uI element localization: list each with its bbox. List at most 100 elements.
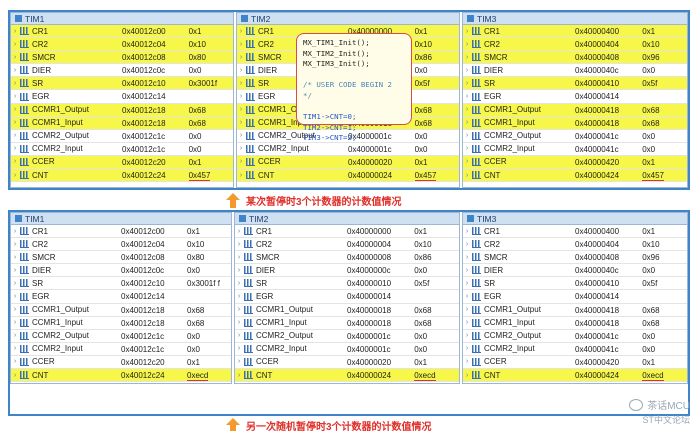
chevron-right-icon[interactable]: › — [11, 330, 19, 342]
register-row[interactable]: › EGR 0x40000014 — [235, 290, 459, 304]
chevron-right-icon[interactable]: › — [463, 143, 471, 155]
panel-title[interactable]: TIM3 — [463, 213, 687, 225]
chevron-right-icon[interactable]: › — [463, 277, 471, 289]
register-row[interactable]: › SR 0x40000410 0x5f — [463, 277, 687, 291]
register-row[interactable]: › CR2 0x40012c04 0x10 — [11, 238, 231, 252]
chevron-right-icon[interactable]: › — [463, 304, 471, 316]
chevron-right-icon[interactable]: › — [463, 51, 471, 63]
register-row[interactable]: › CCER 0x40000420 0x1 — [463, 356, 687, 370]
register-row[interactable]: › CNT 0x40000024 0x457 — [237, 169, 459, 183]
chevron-right-icon[interactable]: › — [463, 264, 471, 276]
chevron-right-icon[interactable]: › — [235, 264, 243, 276]
chevron-right-icon[interactable]: › — [235, 225, 243, 237]
chevron-right-icon[interactable]: › — [235, 290, 243, 302]
chevron-right-icon[interactable]: › — [463, 238, 471, 250]
register-row[interactable]: › CCER 0x40000020 0x1 — [235, 356, 459, 370]
chevron-right-icon[interactable]: › — [463, 117, 471, 129]
chevron-right-icon[interactable]: › — [237, 130, 245, 142]
panel-title[interactable]: TIM3 — [463, 13, 687, 25]
chevron-right-icon[interactable]: › — [235, 356, 243, 368]
panel-title[interactable]: TIM2 — [237, 13, 459, 25]
register-row[interactable]: › CNT 0x40000024 0xecd — [235, 369, 459, 383]
register-row[interactable]: › CCER 0x40012c20 0x1 — [11, 356, 231, 370]
register-row[interactable]: › CR2 0x40000404 0x10 — [463, 38, 687, 52]
chevron-right-icon[interactable]: › — [237, 90, 245, 102]
chevron-right-icon[interactable]: › — [11, 238, 19, 250]
register-row[interactable]: › EGR 0x40012c14 — [11, 90, 233, 104]
register-row[interactable]: › SMCR 0x40012c08 0x80 — [11, 51, 233, 65]
register-row[interactable]: › SR 0x40000410 0x5f — [463, 77, 687, 91]
register-row[interactable]: › CCMR2_Output 0x4000041c 0x0 — [463, 130, 687, 143]
chevron-right-icon[interactable]: › — [237, 156, 245, 168]
chevron-right-icon[interactable]: › — [463, 290, 471, 302]
register-row[interactable]: › CNT 0x40012c24 0x457 — [11, 169, 233, 183]
chevron-right-icon[interactable]: › — [11, 264, 19, 276]
chevron-right-icon[interactable]: › — [463, 38, 471, 50]
register-row[interactable]: › CCER 0x40000020 0x1 — [237, 155, 459, 170]
chevron-right-icon[interactable]: › — [11, 343, 19, 355]
register-row[interactable]: › SMCR 0x40012c08 0x80 — [11, 251, 231, 265]
register-row[interactable]: › EGR 0x40012c14 — [11, 290, 231, 304]
chevron-right-icon[interactable]: › — [11, 156, 19, 168]
register-row[interactable]: › CCMR2_Input 0x4000041c 0x0 — [463, 343, 687, 356]
chevron-right-icon[interactable]: › — [463, 77, 471, 89]
register-row[interactable]: › EGR 0x40000414 — [463, 90, 687, 104]
chevron-right-icon[interactable]: › — [11, 25, 19, 37]
chevron-right-icon[interactable]: › — [11, 356, 19, 368]
chevron-right-icon[interactable]: › — [237, 169, 245, 181]
register-row[interactable]: › CR1 0x40012c00 0x1 — [11, 25, 233, 39]
chevron-right-icon[interactable]: › — [463, 156, 471, 168]
register-row[interactable]: › CR2 0x40000004 0x10 — [235, 238, 459, 252]
chevron-right-icon[interactable]: › — [237, 143, 245, 155]
register-row[interactable]: › CCMR2_Input 0x40012c1c 0x0 — [11, 343, 231, 356]
chevron-right-icon[interactable]: › — [463, 64, 471, 76]
chevron-right-icon[interactable]: › — [237, 25, 245, 37]
register-row[interactable]: › CNT 0x40012c24 0xecd — [11, 369, 231, 383]
register-row[interactable]: › DIER 0x4000040c 0x0 — [463, 64, 687, 78]
register-row[interactable]: › CCMR2_Output 0x4000041c 0x0 — [463, 330, 687, 343]
register-row[interactable]: › CCER 0x40000420 0x1 — [463, 155, 687, 170]
register-row[interactable]: › DIER 0x40012c0c 0x0 — [11, 64, 233, 78]
chevron-right-icon[interactable]: › — [11, 369, 19, 381]
register-row[interactable]: › CCMR1_Output 0x40012c18 0x68 — [11, 304, 231, 317]
chevron-right-icon[interactable]: › — [463, 130, 471, 142]
chevron-right-icon[interactable]: › — [463, 356, 471, 368]
chevron-right-icon[interactable]: › — [11, 64, 19, 76]
chevron-right-icon[interactable]: › — [11, 104, 19, 116]
chevron-right-icon[interactable]: › — [11, 169, 19, 181]
register-row[interactable]: › CCMR1_Output 0x40000018 0x68 — [235, 304, 459, 317]
register-row[interactable]: › CCMR1_Output 0x40000418 0x68 — [463, 103, 687, 117]
register-row[interactable]: › CCMR2_Input 0x4000001c 0x0 — [235, 343, 459, 356]
chevron-right-icon[interactable]: › — [237, 64, 245, 76]
chevron-right-icon[interactable]: › — [11, 304, 19, 316]
register-row[interactable]: › CCMR2_Input 0x4000001c 0x0 — [237, 143, 459, 156]
register-row[interactable]: › SR 0x40012c10 0x3001f — [11, 77, 233, 91]
register-row[interactable]: › CCMR2_Input 0x40012c1c 0x0 — [11, 143, 233, 156]
chevron-right-icon[interactable]: › — [463, 330, 471, 342]
register-row[interactable]: › CR2 0x40012c04 0x10 — [11, 38, 233, 52]
chevron-right-icon[interactable]: › — [11, 77, 19, 89]
register-row[interactable]: › CCMR2_Output 0x4000001c 0x0 — [235, 330, 459, 343]
register-row[interactable]: › CR1 0x40012c00 0x1 — [11, 225, 231, 239]
chevron-right-icon[interactable]: › — [11, 117, 19, 129]
chevron-right-icon[interactable]: › — [11, 130, 19, 142]
register-row[interactable]: › CCMR1_Input 0x40000418 0x68 — [463, 317, 687, 330]
register-row[interactable]: › CCMR1_Output 0x40000418 0x68 — [463, 304, 687, 317]
chevron-right-icon[interactable]: › — [237, 51, 245, 63]
register-row[interactable]: › DIER 0x4000040c 0x0 — [463, 264, 687, 278]
chevron-right-icon[interactable]: › — [11, 90, 19, 102]
chevron-right-icon[interactable]: › — [463, 225, 471, 237]
register-row[interactable]: › CR1 0x40000400 0x1 — [463, 225, 687, 239]
register-row[interactable]: › CR1 0x40000400 0x1 — [463, 25, 687, 39]
chevron-right-icon[interactable]: › — [11, 290, 19, 302]
chevron-right-icon[interactable]: › — [235, 369, 243, 381]
panel-title[interactable]: TIM2 — [235, 213, 459, 225]
register-row[interactable]: › CR2 0x40000404 0x10 — [463, 238, 687, 252]
register-row[interactable]: › SR 0x40012c10 0x3001f f — [11, 277, 231, 291]
register-row[interactable]: › CR1 0x40000000 0x1 — [235, 225, 459, 239]
chevron-right-icon[interactable]: › — [463, 104, 471, 116]
chevron-right-icon[interactable]: › — [11, 38, 19, 50]
chevron-right-icon[interactable]: › — [237, 104, 245, 116]
chevron-right-icon[interactable]: › — [235, 330, 243, 342]
chevron-right-icon[interactable]: › — [463, 25, 471, 37]
